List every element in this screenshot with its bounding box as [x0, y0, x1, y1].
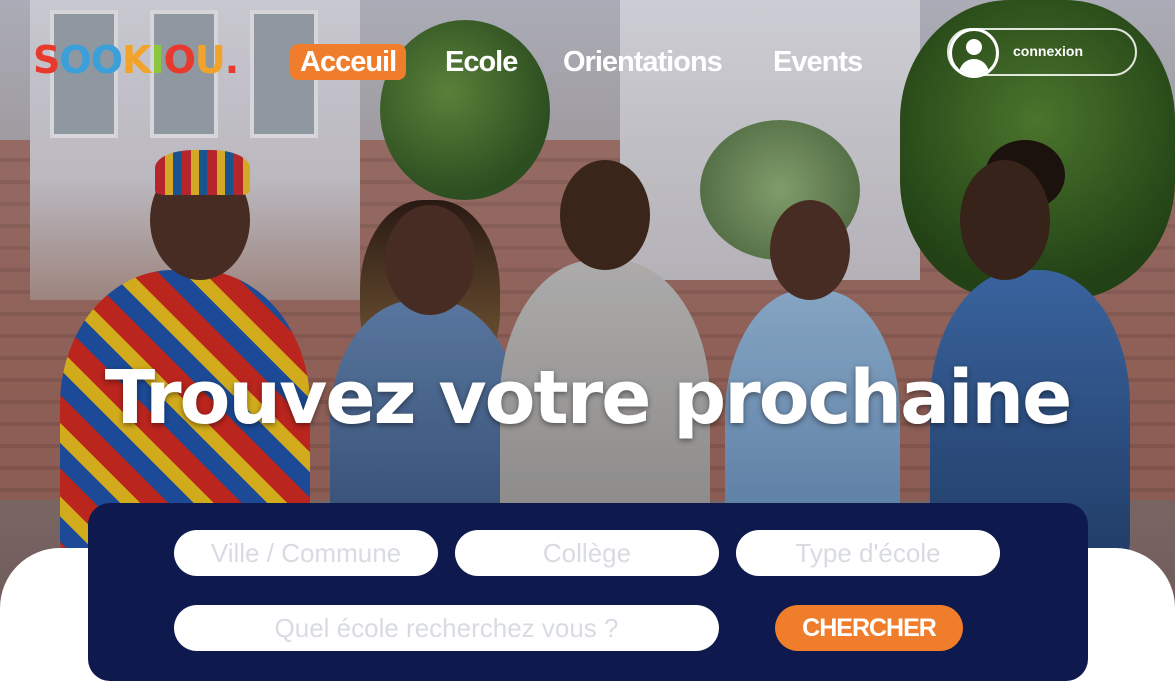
- search-button[interactable]: CHERCHER: [775, 605, 963, 651]
- logo-letter: K: [122, 38, 151, 82]
- school-type-field[interactable]: [736, 530, 1000, 576]
- nav-item-events[interactable]: Events: [773, 44, 863, 80]
- nav-item-ecole[interactable]: Ecole: [445, 44, 518, 80]
- city-field[interactable]: [174, 530, 438, 576]
- logo-letter: O: [59, 38, 91, 82]
- login-label: connexion: [1013, 43, 1084, 59]
- logo-letter: O: [90, 38, 123, 82]
- nav-item-orientations[interactable]: Orientations: [563, 44, 723, 80]
- logo-letter: I: [150, 38, 164, 82]
- logo-letter: O: [163, 38, 196, 82]
- login-button[interactable]: connexion: [947, 28, 1137, 78]
- nav-item-acceuil[interactable]: Acceuil: [290, 44, 407, 80]
- user-icon: [949, 28, 999, 78]
- logo-letter: U: [194, 38, 226, 82]
- logo-letter: .: [224, 38, 239, 82]
- brand-logo[interactable]: SOOKIOU.: [33, 38, 239, 82]
- search-input[interactable]: [174, 605, 719, 651]
- logo-letter: S: [33, 38, 60, 82]
- college-field[interactable]: [455, 530, 719, 576]
- hero-headline: Trouvez votre prochaine: [104, 355, 1073, 441]
